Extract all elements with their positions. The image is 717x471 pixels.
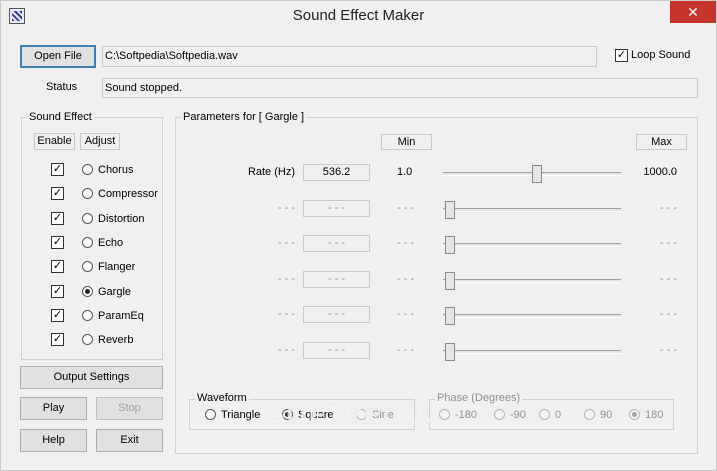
effect-label: Echo <box>98 236 124 249</box>
param-name: - - - <box>277 237 295 249</box>
effect-enable-checkbox[interactable]: ✓ <box>51 308 64 322</box>
title-bar: Sound Effect Maker ✕ <box>1 1 716 31</box>
phase-label: 0 <box>555 409 562 421</box>
param-name: - - - <box>277 272 295 285</box>
effect-label: Compressor <box>98 188 158 201</box>
waveform-label: Square <box>298 409 334 421</box>
param-value-field[interactable]: - - - <box>303 199 370 217</box>
status-label: Status <box>46 81 78 93</box>
param-name: Rate (Hz) <box>247 166 295 178</box>
param-max: - - - <box>659 237 677 249</box>
effect-enable-checkbox[interactable]: ✓ <box>51 187 64 201</box>
param-slider-thumb[interactable] <box>445 200 455 219</box>
exit-button[interactable]: Exit <box>96 429 163 452</box>
app-window: Sound Effect Maker ✕ Open File C:\Softpe… <box>0 0 717 471</box>
waveform-radio[interactable] <box>282 409 293 420</box>
param-slider-track[interactable] <box>443 314 621 318</box>
waveform-label: Sine <box>372 409 395 421</box>
waveform-radio[interactable] <box>205 409 216 420</box>
param-slider-track[interactable] <box>443 278 621 283</box>
effect-enable-checkbox[interactable]: ✓ <box>51 333 64 347</box>
param-min: 1.0 <box>397 166 413 178</box>
parameters-group-title: Parameters for [ Gargle ] <box>181 111 307 123</box>
sound-effect-group-title: Sound Effect <box>27 111 94 123</box>
param-max: - - - <box>659 343 677 356</box>
effect-adjust-radio[interactable] <box>82 236 93 248</box>
file-path-field: C:\Softpedia\Softpedia.wav <box>102 46 597 67</box>
effect-enable-checkbox[interactable]: ✓ <box>51 211 64 225</box>
stop-button[interactable]: Stop <box>96 397 163 420</box>
param-slider-thumb[interactable] <box>445 342 455 361</box>
param-slider-track[interactable] <box>443 349 621 354</box>
param-max: - - - <box>659 308 677 320</box>
param-max: - - - <box>659 272 677 285</box>
open-file-button[interactable]: Open File <box>20 45 96 68</box>
loop-sound-checkbox[interactable]: ✓ <box>615 49 628 62</box>
max-header: Max <box>636 134 687 150</box>
param-max: - - - <box>659 201 677 214</box>
effect-label: Distortion <box>98 212 145 225</box>
effect-adjust-radio[interactable] <box>82 212 93 224</box>
phase-radio[interactable] <box>584 409 595 420</box>
param-slider-track[interactable] <box>443 207 621 212</box>
phase-radio[interactable] <box>439 409 450 420</box>
effect-enable-checkbox[interactable]: ✓ <box>51 284 64 298</box>
param-value-field[interactable]: - - - <box>303 306 370 323</box>
phase-radio[interactable] <box>494 409 505 420</box>
phase-label: 90 <box>600 409 613 421</box>
play-button[interactable]: Play <box>20 397 87 420</box>
effect-label: ParamEq <box>98 309 144 322</box>
param-min: - - - <box>397 343 415 356</box>
effect-adjust-radio[interactable] <box>82 309 93 321</box>
enable-header: Enable <box>34 133 75 150</box>
effect-label: Chorus <box>98 164 134 176</box>
param-name: - - - <box>277 201 295 214</box>
param-max: 1000.0 <box>643 166 677 178</box>
param-name: - - - <box>277 343 295 356</box>
phase-label: -180 <box>455 409 478 421</box>
param-min: - - - <box>397 272 415 285</box>
min-header: Min <box>381 134 432 150</box>
waveform-radio[interactable] <box>356 409 367 420</box>
effect-enable-checkbox[interactable]: ✓ <box>51 235 64 249</box>
loop-sound-label: Loop Sound <box>631 49 691 61</box>
param-value-field[interactable]: - - - <box>303 341 370 359</box>
effect-enable-checkbox[interactable]: ✓ <box>51 260 64 274</box>
status-field: Sound stopped. <box>102 78 698 98</box>
help-button[interactable]: Help <box>20 429 87 452</box>
effect-label: Reverb <box>98 334 134 347</box>
param-name: - - - <box>277 308 295 320</box>
output-settings-button[interactable]: Output Settings <box>20 366 163 389</box>
param-min: - - - <box>397 308 415 320</box>
effect-label: Flanger <box>98 261 136 274</box>
phase-label: 180 <box>645 409 664 421</box>
effect-adjust-radio[interactable] <box>82 285 93 297</box>
effect-label: Gargle <box>98 285 132 298</box>
param-slider-thumb[interactable] <box>445 307 455 325</box>
param-min: - - - <box>397 237 415 249</box>
effect-enable-checkbox[interactable]: ✓ <box>51 163 64 176</box>
param-slider-thumb[interactable] <box>531 165 542 183</box>
close-button[interactable]: ✕ <box>670 1 716 23</box>
phase-label: -90 <box>510 409 526 421</box>
phase-radio[interactable] <box>629 409 640 420</box>
param-value-field[interactable]: - - - <box>303 235 370 252</box>
waveform-label: Triangle <box>221 409 261 421</box>
param-slider-track[interactable] <box>443 243 621 247</box>
param-min: - - - <box>397 201 415 214</box>
param-slider-thumb[interactable] <box>445 236 455 254</box>
effect-adjust-radio[interactable] <box>82 164 93 175</box>
window-title: Sound Effect Maker <box>292 7 425 24</box>
waveform-group-title: Waveform <box>195 392 249 404</box>
param-value-field[interactable]: - - - <box>303 270 370 288</box>
param-value-field[interactable]: 536.2 <box>303 164 370 181</box>
param-slider-thumb[interactable] <box>445 271 455 290</box>
adjust-header: Adjust <box>80 133 120 150</box>
phase-radio[interactable] <box>539 409 550 420</box>
phase-group-title: Phase (Degrees) <box>435 392 523 404</box>
